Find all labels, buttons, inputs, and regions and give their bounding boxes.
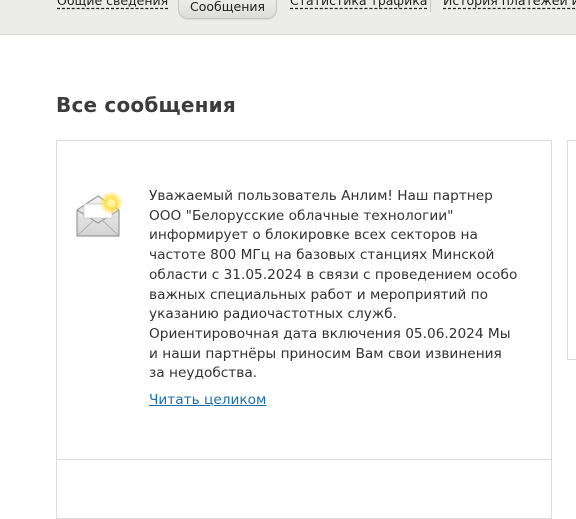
side-panel-card [567,140,576,360]
tab-traffic-statistics[interactable]: Статистика трафика [290,0,427,8]
new-mail-envelope-icon [74,190,124,240]
page-title: Все сообщения [56,93,236,117]
message-card-next [56,459,552,519]
tab-messages[interactable]: Сообщения [178,0,278,19]
message-text: Уважаемый пользователь Анлим! Наш партне… [149,188,518,382]
top-navigation-bar: Общие сведения Сообщения Статистика траф… [0,0,576,35]
tab-general-info[interactable]: Общие сведения [57,0,168,8]
read-full-link[interactable]: Читать целиком [149,392,266,408]
tab-payment-history[interactable]: История платежей и с [443,0,576,8]
tab-divider [430,0,431,12]
